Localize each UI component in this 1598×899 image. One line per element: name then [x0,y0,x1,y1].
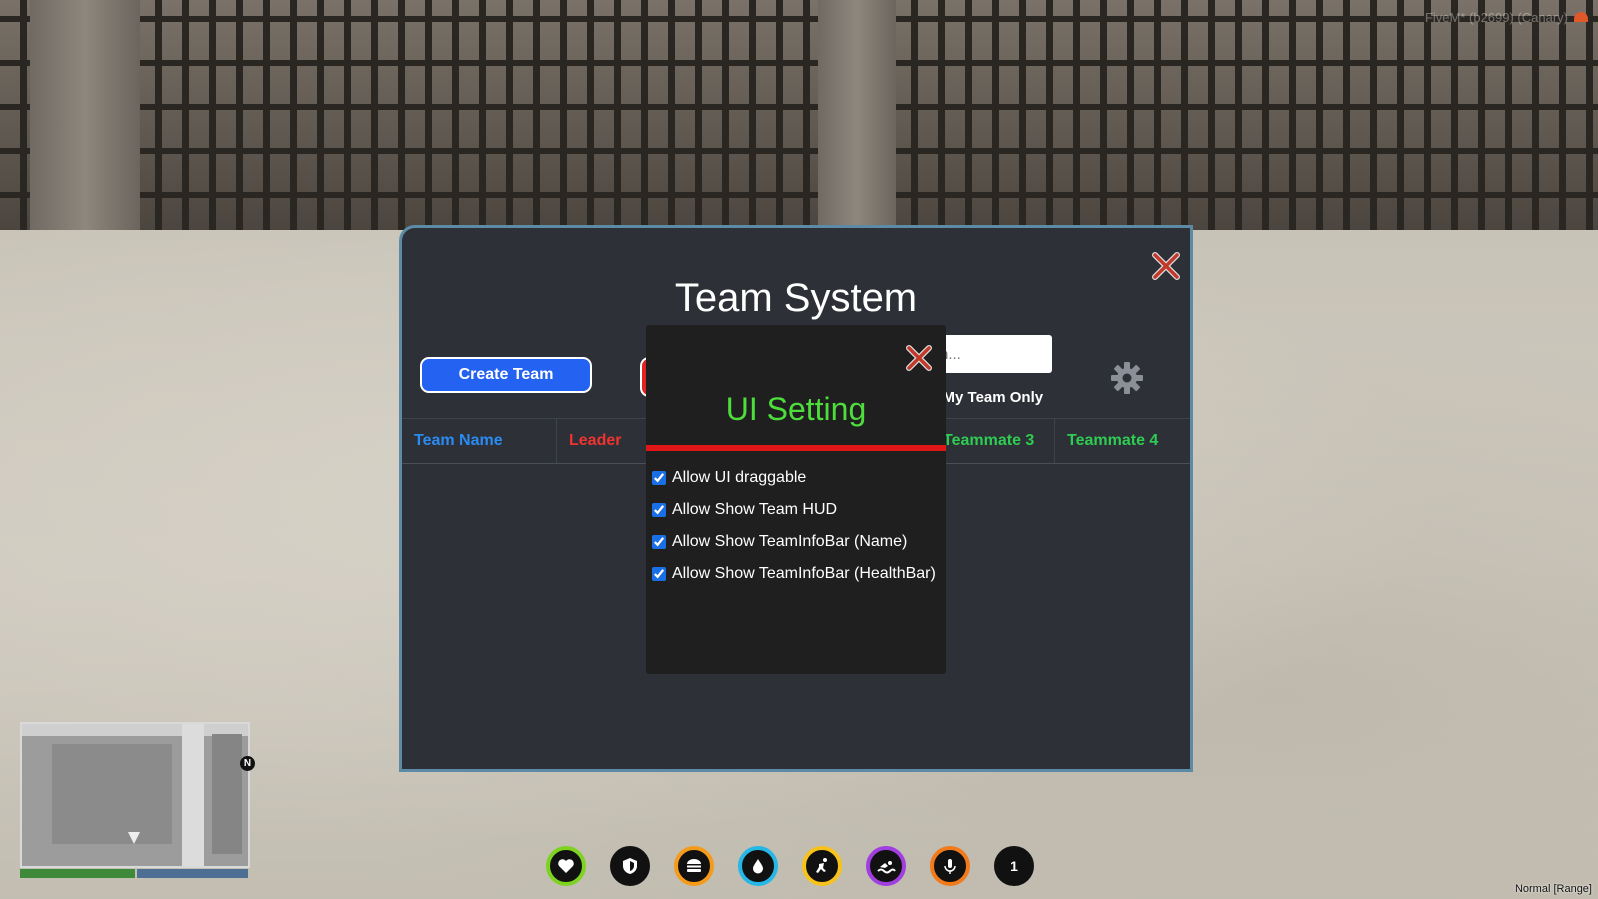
option-show-team-hud[interactable]: Allow Show Team HUD [652,501,837,519]
show-infobar-healthbar-checkbox[interactable] [652,567,666,581]
minimap: N [20,722,255,868]
option-label: Allow Show Team HUD [672,501,838,518]
ui-setting-modal: UI Setting Allow UI draggable Allow Show… [646,325,946,674]
water-drop-icon [738,846,778,886]
option-ui-draggable[interactable]: Allow UI draggable [652,469,806,487]
column-header-teammate-3: Teammate 3 [931,419,1055,463]
option-show-infobar-name[interactable]: Allow Show TeamInfoBar (Name) [652,533,907,551]
ui-draggable-checkbox[interactable] [652,471,666,485]
player-arrow-icon [128,832,140,844]
my-team-only-label[interactable]: y My Team Only [930,389,1043,406]
show-team-hud-checkbox[interactable] [652,503,666,517]
concrete-pillar [30,0,140,236]
column-header-teammate-4: Teammate 4 [1067,432,1159,449]
map-building [52,744,172,844]
armor-bar [137,869,248,878]
client-version-label: FiveM* (b2699) (Canary) [1424,10,1568,25]
microphone-icon [930,846,970,886]
level-badge: 1 [994,846,1034,886]
column-header-team-name: Team Name [402,419,557,463]
fivem-logo-icon [1574,12,1588,22]
close-icon[interactable] [904,343,934,373]
panel-title: Team System [674,276,918,320]
option-show-infobar-healthbar[interactable]: Allow Show TeamInfoBar (HealthBar) [652,565,936,583]
modal-title: UI Setting [725,391,867,427]
shield-icon [610,846,650,886]
north-indicator: N [240,756,255,771]
health-bar [20,869,135,878]
voice-mode-label: Normal [Range] [1514,883,1592,895]
option-label: Allow Show TeamInfoBar (HealthBar) [672,565,936,582]
modal-divider [646,445,946,451]
swim-icon [866,846,906,886]
barred-wall [0,0,1598,236]
stamina-icon [802,846,842,886]
search-input[interactable] [930,335,1052,373]
burger-icon [674,846,714,886]
status-hud: 1 [546,846,1034,886]
map-road [182,724,204,866]
gear-icon[interactable] [1110,361,1144,395]
create-team-button[interactable]: Create Team [420,357,592,393]
concrete-pillar [818,0,896,236]
map-building [212,734,242,854]
option-label: Allow UI draggable [672,469,807,486]
option-label: Allow Show TeamInfoBar (Name) [672,533,908,550]
show-infobar-name-checkbox[interactable] [652,535,666,549]
heart-icon [546,846,586,886]
